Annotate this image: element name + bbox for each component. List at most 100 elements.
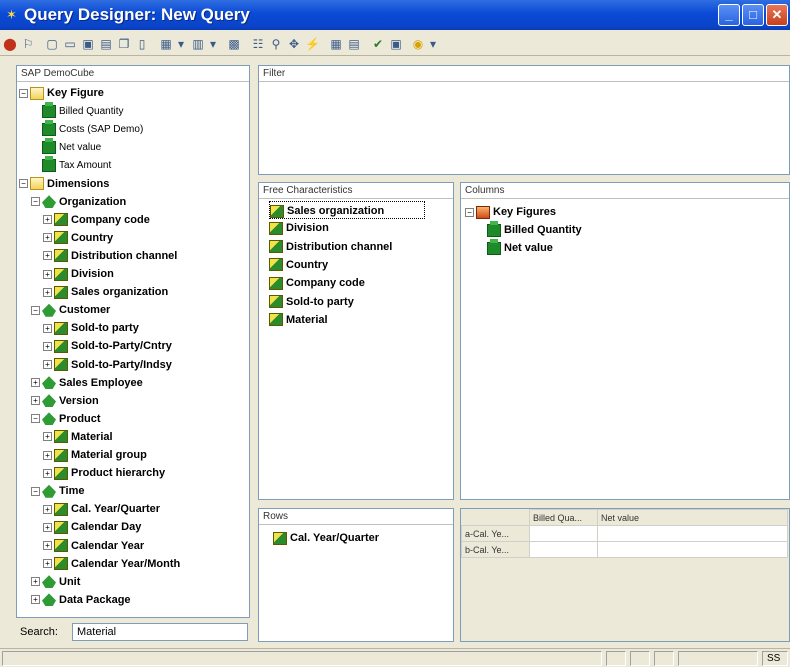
query-icon[interactable]: ⚐ bbox=[20, 35, 36, 51]
expand-icon[interactable]: + bbox=[31, 577, 40, 587]
expand-icon[interactable]: + bbox=[43, 323, 52, 333]
columns-pane[interactable]: Columns − Key Figures Billed Quantity Net … bbox=[460, 182, 790, 500]
collapse-icon[interactable]: − bbox=[19, 88, 28, 98]
tree-dimension[interactable]: + Data Package bbox=[31, 591, 131, 609]
free-characteristic-item[interactable]: Distribution channel bbox=[269, 238, 392, 256]
new-icon[interactable]: ▢ bbox=[44, 35, 60, 51]
check-icon[interactable]: ✔ bbox=[370, 35, 386, 51]
title-bar[interactable]: ✶ Query Designer: New Query _ □ ✕ bbox=[0, 0, 790, 30]
tree-characteristic[interactable]: + Sales organization bbox=[43, 283, 168, 301]
tree-dimension[interactable]: − Product bbox=[31, 410, 101, 428]
save-as-icon[interactable]: ▤ bbox=[98, 35, 114, 51]
expand-icon[interactable]: + bbox=[43, 269, 52, 279]
dropdown-arrow-icon[interactable]: ▾ bbox=[208, 35, 218, 51]
tree-key-figure[interactable]: Billed Quantity bbox=[31, 101, 123, 120]
expand-icon[interactable]: + bbox=[43, 233, 52, 243]
collapse-icon[interactable]: − bbox=[465, 207, 474, 217]
cut-icon[interactable]: ▯ bbox=[134, 35, 150, 51]
expand-icon[interactable]: + bbox=[43, 215, 52, 225]
free-characteristics-pane[interactable]: Free Characteristics Sales organization D… bbox=[258, 182, 454, 500]
status-bar: SS bbox=[0, 648, 790, 667]
tree-key-figure[interactable]: Costs (SAP Demo) bbox=[31, 119, 143, 138]
tree-characteristic[interactable]: + Material bbox=[43, 428, 113, 446]
table-icon[interactable]: ▦ bbox=[158, 35, 174, 51]
free-characteristic-item[interactable]: Sold-to party bbox=[269, 293, 354, 311]
dropdown-arrow-icon[interactable]: ▾ bbox=[428, 35, 438, 51]
expand-icon[interactable]: + bbox=[31, 396, 40, 406]
expand-icon[interactable]: + bbox=[43, 287, 52, 297]
tree-icon[interactable]: ⚲ bbox=[268, 35, 284, 51]
dropdown-arrow-icon[interactable]: ▾ bbox=[176, 35, 186, 51]
tree-characteristic[interactable]: + Division bbox=[43, 265, 114, 283]
expand-icon[interactable]: + bbox=[43, 468, 52, 478]
filter-pane[interactable]: Filter bbox=[258, 65, 790, 175]
exit-icon[interactable]: ⬤ bbox=[2, 35, 18, 51]
maximize-button[interactable]: □ bbox=[742, 4, 764, 26]
tree-dimension[interactable]: + Unit bbox=[31, 573, 80, 591]
properties-icon[interactable]: ☷ bbox=[250, 35, 266, 51]
tree-characteristic[interactable]: + Product hierarchy bbox=[43, 464, 165, 482]
tabular-icon[interactable]: ▤ bbox=[346, 35, 362, 51]
collapse-icon[interactable]: − bbox=[31, 197, 40, 207]
display-icon[interactable]: ▣ bbox=[388, 35, 404, 51]
tree-characteristic[interactable]: + Sold-to-Party/Indsy bbox=[43, 356, 172, 374]
row-characteristic[interactable]: Cal. Year/Quarter bbox=[273, 529, 379, 547]
tree-characteristic[interactable]: + Calendar Day bbox=[43, 518, 141, 536]
save-icon[interactable]: ▣ bbox=[80, 35, 96, 51]
tree-characteristic[interactable]: + Distribution channel bbox=[43, 247, 177, 265]
tree-characteristic[interactable]: + Company code bbox=[43, 211, 150, 229]
collapse-icon[interactable]: − bbox=[31, 486, 40, 496]
column-key-figure[interactable]: Billed Quantity bbox=[487, 220, 582, 239]
conditions-icon[interactable]: ✥ bbox=[286, 35, 302, 51]
tree-characteristic[interactable]: + Calendar Year bbox=[43, 537, 144, 555]
cells-icon[interactable]: ▦ bbox=[328, 35, 344, 51]
expand-icon[interactable]: + bbox=[43, 522, 52, 532]
collapse-icon[interactable]: − bbox=[31, 305, 40, 315]
free-characteristic-item[interactable]: Division bbox=[269, 219, 329, 237]
column-key-figure[interactable]: Net value bbox=[487, 238, 553, 257]
tree-characteristic[interactable]: + Sold-to-Party/Cntry bbox=[43, 337, 172, 355]
tree-characteristic[interactable]: + Sold-to party bbox=[43, 319, 139, 337]
free-characteristic-item[interactable]: Sales organization bbox=[269, 201, 426, 219]
expand-icon[interactable]: + bbox=[31, 595, 40, 605]
exceptions-icon[interactable]: ⚡ bbox=[304, 35, 320, 51]
expand-icon[interactable]: + bbox=[43, 504, 52, 514]
close-button[interactable]: ✕ bbox=[766, 4, 788, 26]
tree-key-figure[interactable]: Net value bbox=[31, 137, 101, 156]
layout-icon[interactable]: ▥ bbox=[190, 35, 206, 51]
tree-characteristic[interactable]: + Country bbox=[43, 229, 113, 247]
tree-key-figure[interactable]: Tax Amount bbox=[31, 155, 111, 174]
rows-pane[interactable]: Rows Cal. Year/Quarter bbox=[258, 508, 454, 642]
expand-icon[interactable]: + bbox=[43, 559, 52, 569]
open-icon[interactable]: ▭ bbox=[62, 35, 78, 51]
collapse-icon[interactable]: − bbox=[19, 179, 28, 189]
infoprovider-tree[interactable]: SAP DemoCube − Key Figure Billed Quantity C… bbox=[16, 65, 250, 618]
tree-dimension[interactable]: + Version bbox=[31, 392, 99, 410]
collapse-icon[interactable]: − bbox=[31, 414, 40, 424]
tree-dimension[interactable]: − Organization bbox=[31, 193, 126, 211]
tree-dimension[interactable]: − Customer bbox=[31, 301, 110, 319]
expand-icon[interactable]: + bbox=[43, 432, 52, 442]
tree-characteristic[interactable]: + Calendar Year/Month bbox=[43, 555, 180, 573]
tree-dimension[interactable]: − Time bbox=[31, 482, 84, 500]
expand-icon[interactable]: + bbox=[31, 378, 40, 388]
key-figures-group[interactable]: − Key Figures bbox=[465, 203, 556, 221]
tree-folder[interactable]: − Key Figure bbox=[19, 84, 104, 102]
expand-icon[interactable]: + bbox=[43, 541, 52, 551]
free-characteristic-item[interactable]: Company code bbox=[269, 274, 365, 292]
tree-characteristic[interactable]: + Material group bbox=[43, 446, 147, 464]
tree-characteristic[interactable]: + Cal. Year/Quarter bbox=[43, 500, 160, 518]
tree-folder[interactable]: − Dimensions bbox=[19, 175, 109, 193]
tree-dimension[interactable]: + Sales Employee bbox=[31, 374, 143, 392]
free-characteristic-item[interactable]: Country bbox=[269, 256, 328, 274]
free-characteristic-item[interactable]: Material bbox=[269, 311, 328, 329]
expand-icon[interactable]: + bbox=[43, 341, 52, 351]
minimize-button[interactable]: _ bbox=[718, 4, 740, 26]
expand-icon[interactable]: + bbox=[43, 251, 52, 261]
search-input[interactable] bbox=[72, 623, 248, 641]
grid-icon[interactable]: ▩ bbox=[226, 35, 242, 51]
help-icon[interactable]: ◉ bbox=[410, 35, 426, 51]
expand-icon[interactable]: + bbox=[43, 360, 52, 370]
copy-icon[interactable]: ❐ bbox=[116, 35, 132, 51]
expand-icon[interactable]: + bbox=[43, 450, 52, 460]
